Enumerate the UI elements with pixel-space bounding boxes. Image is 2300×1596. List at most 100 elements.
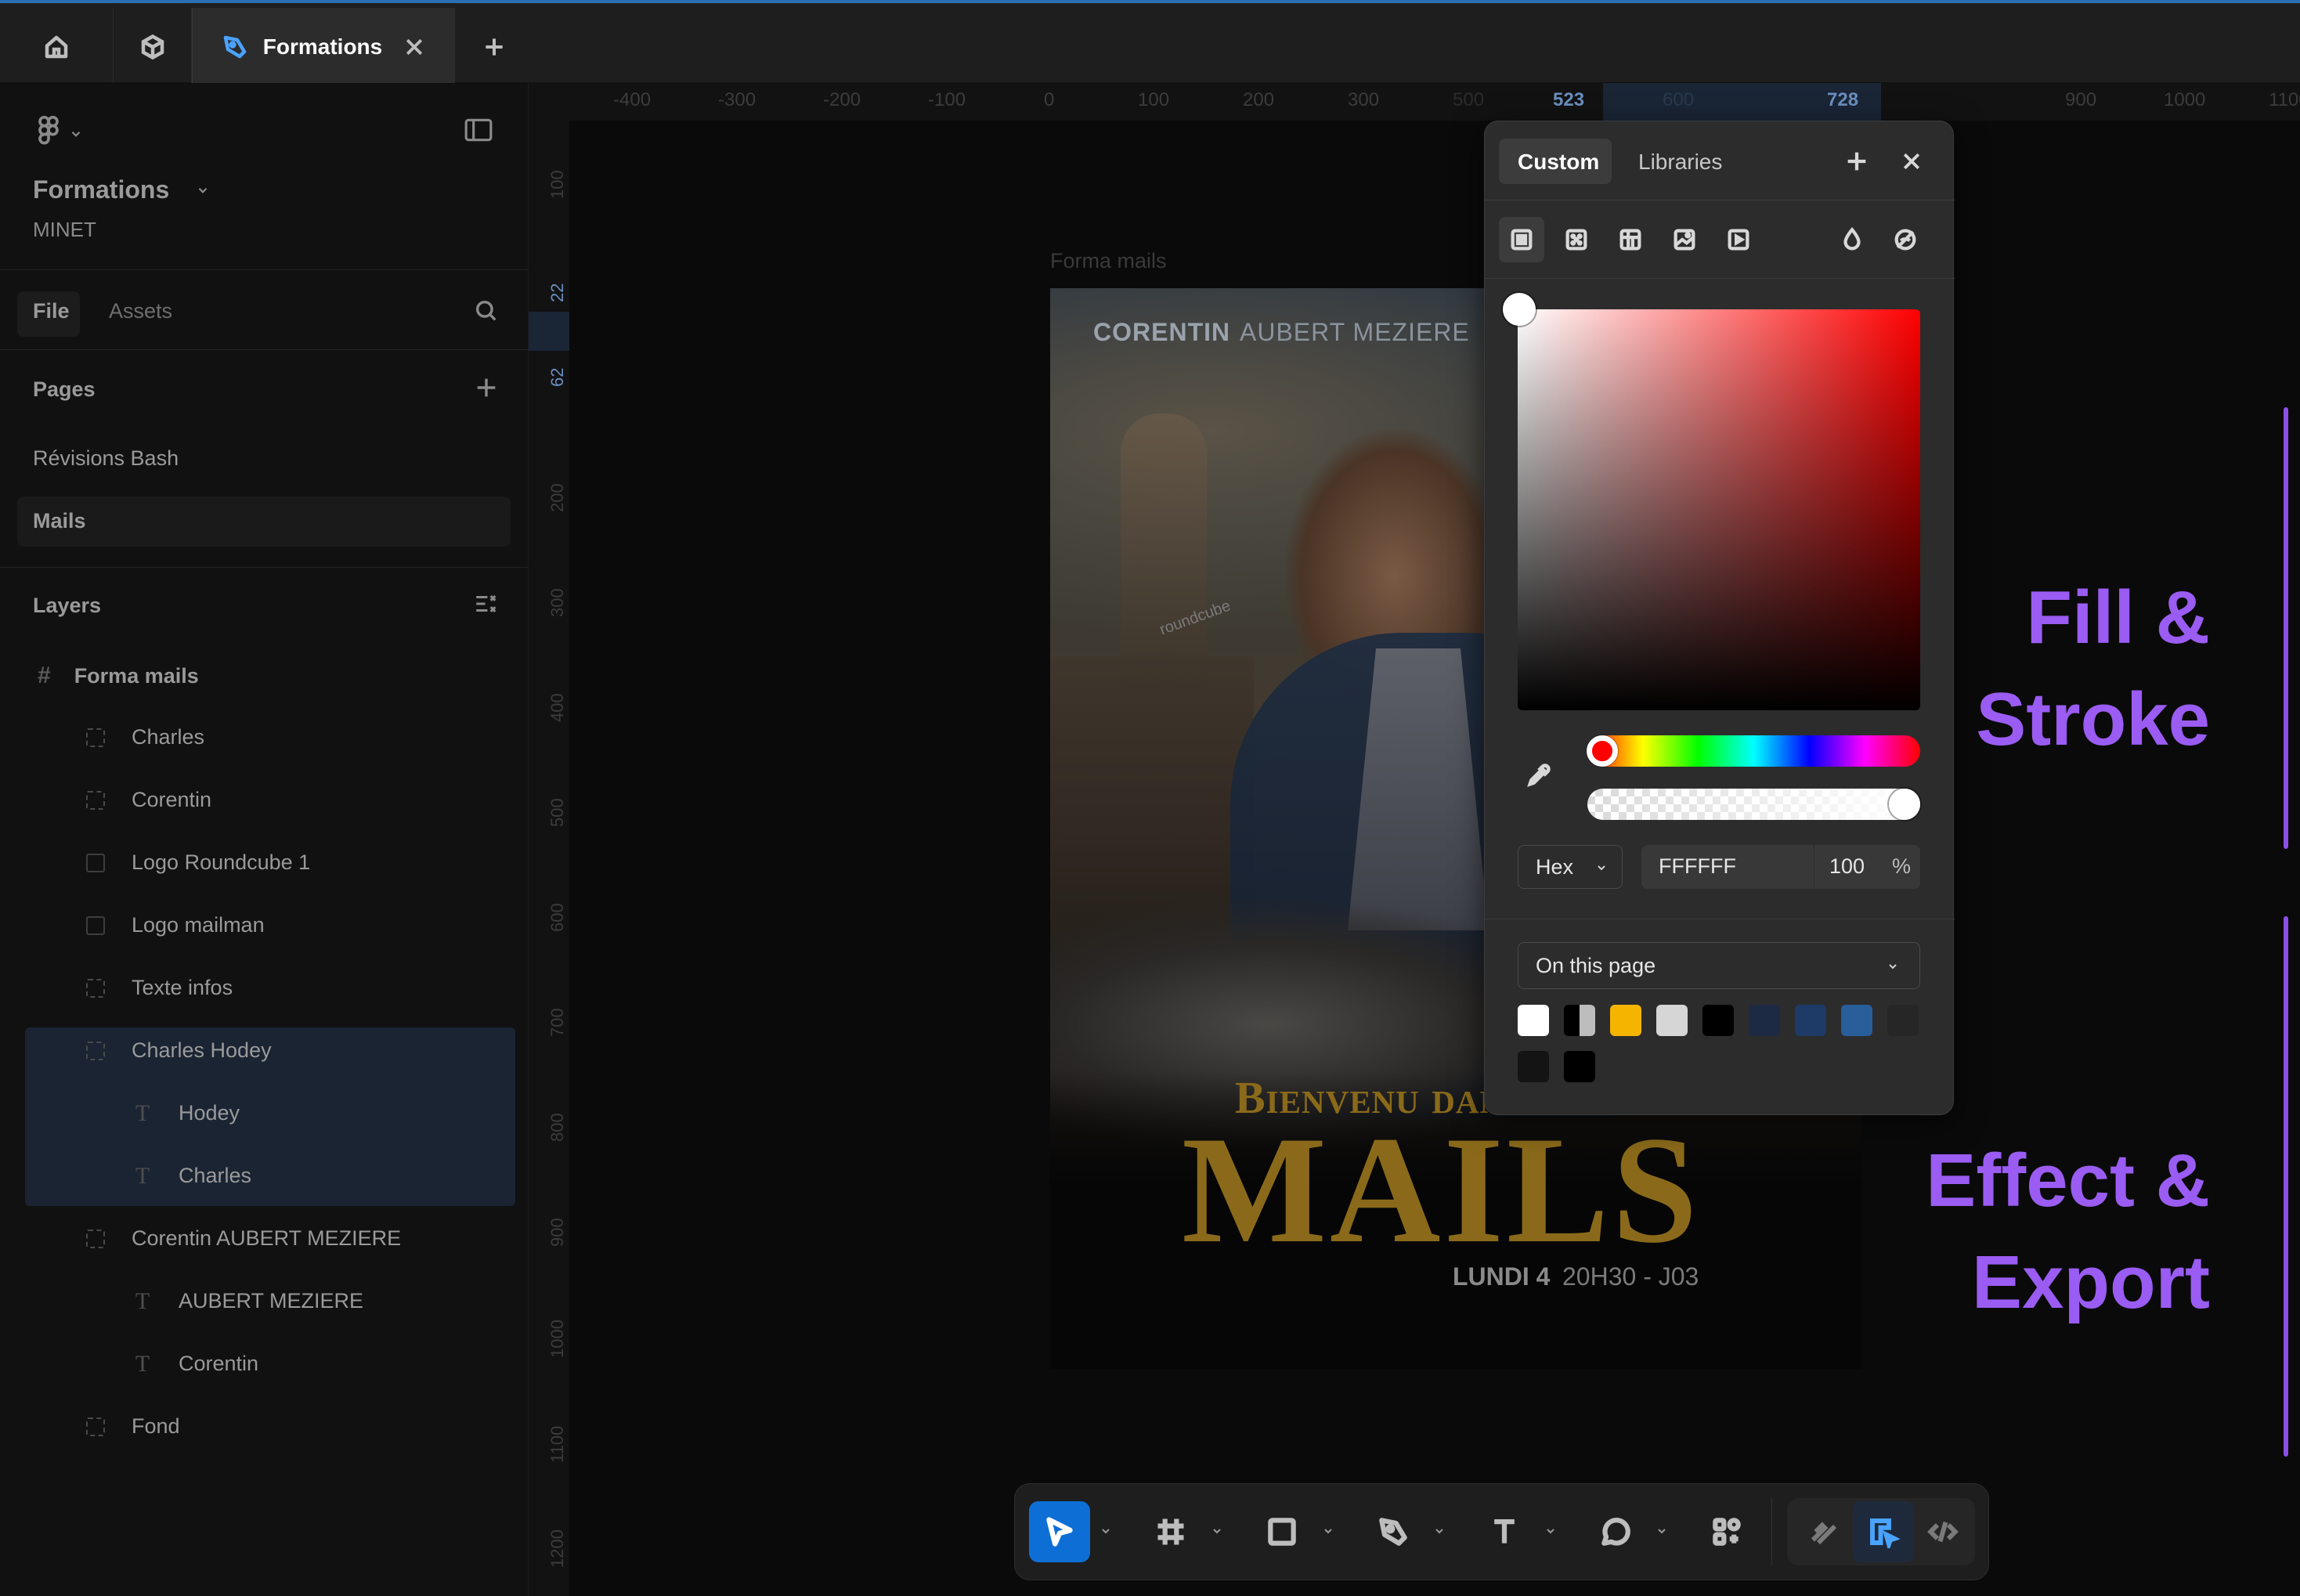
layer-item[interactable]: Logo Roundcube 1 — [86, 850, 310, 875]
color-swatch[interactable] — [1795, 1005, 1826, 1036]
text-tool-menu[interactable] — [1544, 1525, 1557, 1537]
ruler-tick: 1000 — [2164, 89, 2206, 110]
ruler-tick: -300 — [718, 89, 756, 110]
dev-mode-button[interactable] — [1912, 1501, 1973, 1562]
ruler-tick-selected: 62 — [547, 367, 567, 387]
close-icon[interactable] — [403, 35, 426, 59]
opacity-slider[interactable] — [1587, 789, 1920, 820]
color-swatch[interactable] — [1749, 1005, 1780, 1036]
sidebar-panel-icon — [464, 118, 493, 142]
color-swatch[interactable] — [1656, 1005, 1688, 1036]
hex-input[interactable]: FFFFFF — [1659, 854, 1736, 879]
color-cursor-handle[interactable] — [1503, 293, 1536, 326]
saturation-value-field[interactable] — [1518, 309, 1920, 710]
page-item-selected[interactable]: Mails — [33, 509, 86, 533]
bottom-toolbar — [1014, 1483, 1989, 1580]
color-swatch[interactable] — [1702, 1005, 1734, 1036]
opacity-slider-handle[interactable] — [1889, 789, 1920, 820]
page-item-selected-bg — [17, 496, 511, 547]
tab-libraries[interactable]: Libraries — [1638, 150, 1722, 175]
sidebar-toggle-button[interactable] — [464, 117, 493, 146]
visibility-off-icon — [1894, 229, 1916, 251]
hue-slider[interactable] — [1587, 735, 1920, 767]
page-item[interactable]: Révisions Bash — [33, 446, 179, 471]
solid-paint-button[interactable] — [1499, 217, 1544, 262]
layer-item[interactable]: Texte infos — [86, 976, 233, 1000]
file-name[interactable]: Formations — [33, 175, 169, 204]
gradient-paint-button[interactable] — [1554, 217, 1599, 262]
video-paint-button[interactable] — [1716, 217, 1761, 262]
close-panel-button[interactable] — [1894, 143, 1930, 179]
move-tool-menu[interactable] — [1099, 1525, 1112, 1537]
ruler-tick: 400 — [547, 693, 567, 722]
layer-item[interactable]: Charles — [86, 725, 204, 749]
color-swatch[interactable] — [1518, 1005, 1549, 1036]
comment-tool-menu[interactable] — [1655, 1525, 1668, 1537]
tab-custom[interactable]: Custom — [1518, 150, 1599, 175]
pattern-paint-button[interactable] — [1608, 217, 1653, 262]
layer-item[interactable]: Corentin AUBERT MEZIERE — [86, 1226, 401, 1251]
tab-home[interactable] — [0, 8, 114, 86]
new-tab-button[interactable] — [455, 8, 533, 86]
layer-item[interactable]: T Hodey — [133, 1101, 240, 1125]
search-icon[interactable] — [473, 298, 500, 324]
color-swatch[interactable] — [1887, 1005, 1919, 1036]
design-mode-button[interactable] — [1853, 1501, 1914, 1562]
eyedropper-button[interactable] — [1519, 756, 1558, 795]
opacity-input[interactable]: 100 — [1829, 854, 1865, 879]
layer-item[interactable]: T Charles — [133, 1164, 251, 1188]
move-tool-button[interactable] — [1029, 1501, 1090, 1562]
actions-tool-button[interactable] — [1696, 1501, 1757, 1562]
layer-item[interactable]: Fond — [86, 1414, 180, 1439]
chevron-down-icon — [1658, 1529, 1666, 1534]
video-fill-icon — [1728, 229, 1749, 251]
draw-icon — [1811, 1522, 1837, 1545]
tab-assets[interactable]: Assets — [109, 299, 172, 323]
frame-tool-menu[interactable] — [1211, 1525, 1223, 1537]
color-format-value: Hex — [1536, 855, 1574, 879]
pen-tool-button[interactable] — [1363, 1501, 1424, 1562]
collapse-layers-icon[interactable] — [473, 590, 500, 617]
color-swatch[interactable] — [1610, 1005, 1641, 1036]
shape-tool-menu[interactable] — [1322, 1525, 1334, 1537]
color-swatch[interactable] — [1518, 1051, 1549, 1082]
ruler-tick: 300 — [1348, 89, 1380, 110]
swatch-scope-select[interactable]: On this page — [1518, 942, 1920, 989]
opacity-unit: % — [1892, 854, 1912, 878]
annotation-line: Effect & — [1926, 1139, 2210, 1222]
tab-bar: Formations — [0, 0, 2300, 86]
frame-label[interactable]: Forma mails — [1050, 249, 1167, 273]
hue-slider-handle[interactable] — [1587, 735, 1618, 767]
layer-item[interactable]: Logo mailman — [86, 913, 265, 937]
frame-tool-button[interactable] — [1140, 1501, 1201, 1562]
pen-tool-menu[interactable] — [1433, 1525, 1446, 1537]
ruler-tick: 800 — [547, 1113, 567, 1142]
add-style-button[interactable] — [1839, 143, 1875, 179]
main-menu-button[interactable] — [33, 114, 83, 153]
comment-tool-button[interactable] — [1585, 1501, 1646, 1562]
color-format-select[interactable]: Hex — [1518, 845, 1623, 889]
ruler-tick: 1000 — [547, 1320, 567, 1358]
layer-item[interactable]: # Forma mails — [38, 663, 199, 689]
color-swatch[interactable] — [1841, 1005, 1872, 1036]
hide-paint-button[interactable] — [1883, 217, 1928, 262]
blend-mode-button[interactable] — [1829, 217, 1875, 262]
shape-tool-button[interactable] — [1251, 1501, 1312, 1562]
tab-plugins[interactable] — [114, 8, 192, 86]
add-page-icon[interactable] — [473, 374, 500, 401]
text-tool-button[interactable] — [1474, 1501, 1535, 1562]
layer-item[interactable]: Charles Hodey — [86, 1038, 272, 1063]
ruler-tick: 500 — [1453, 89, 1485, 110]
divider — [1771, 1498, 1772, 1565]
file-menu-chevron-icon[interactable] — [196, 183, 210, 197]
tab-formations[interactable]: Formations — [192, 8, 455, 86]
layer-item[interactable]: Corentin — [86, 788, 211, 812]
layer-item[interactable]: T AUBERT MEZIERE — [133, 1289, 363, 1313]
color-swatch[interactable] — [1564, 1051, 1595, 1082]
image-paint-button[interactable] — [1662, 217, 1707, 262]
color-swatch[interactable] — [1564, 1005, 1595, 1036]
draw-mode-button[interactable] — [1793, 1501, 1854, 1562]
layer-item[interactable]: T Corentin — [133, 1352, 258, 1376]
group-icon — [86, 790, 105, 810]
tab-file[interactable]: File — [33, 299, 70, 323]
